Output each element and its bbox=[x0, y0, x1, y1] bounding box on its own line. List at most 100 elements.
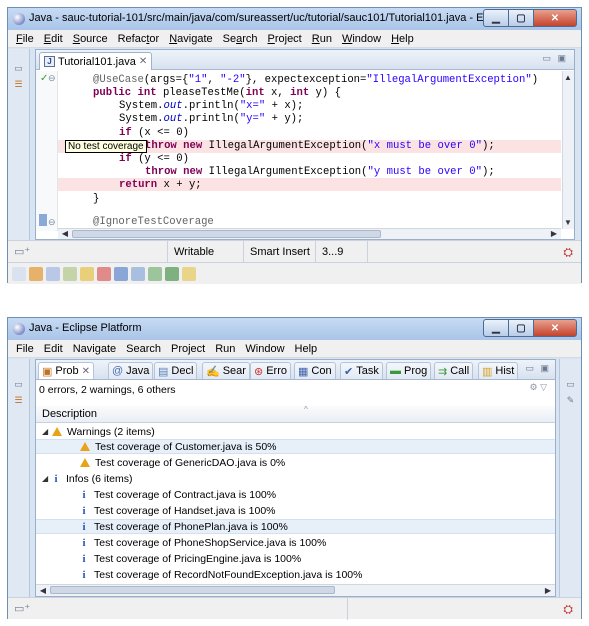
search-icon[interactable] bbox=[80, 266, 94, 281]
expand-triangle-icon[interactable]: ◢ bbox=[42, 474, 52, 483]
menu-edit[interactable]: Edit bbox=[39, 33, 68, 45]
menu-file[interactable]: File bbox=[11, 33, 39, 45]
scroll-thumb[interactable] bbox=[50, 586, 335, 594]
progress-icon[interactable] bbox=[148, 266, 162, 281]
tree-group-warnings[interactable]: ◢ Warnings (2 items) bbox=[36, 424, 555, 439]
outline-icon[interactable]: ☰ bbox=[13, 79, 24, 89]
tree-group-infos[interactable]: ◢ i Infos (6 items) bbox=[36, 471, 555, 486]
view-menu-icon[interactable]: ⚙ ▽ bbox=[530, 382, 548, 393]
restore-icon[interactable]: ▭ bbox=[13, 379, 24, 389]
menu-window[interactable]: Window bbox=[337, 33, 386, 45]
menu-project[interactable]: Project bbox=[263, 33, 307, 45]
scroll-right-icon[interactable]: ▶ bbox=[543, 586, 553, 595]
code-line[interactable]: System.out.println("x=" + x); bbox=[119, 100, 303, 112]
problem-description: Test coverage of PhonePlan.java is 100% bbox=[94, 520, 288, 533]
problems-horizontal-scrollbar[interactable]: ◀ ▶ bbox=[36, 584, 555, 596]
fold-icon[interactable]: ⊖ bbox=[48, 73, 56, 84]
tab-progress[interactable]: ▬ Prog bbox=[386, 362, 432, 379]
menu-search[interactable]: Search bbox=[218, 33, 263, 45]
restore-icon[interactable] bbox=[12, 266, 26, 281]
list-item[interactable]: i Test coverage of RecordNotFoundExcepti… bbox=[36, 567, 555, 582]
editor-tab[interactable]: J Tutorial101.java ✕ bbox=[39, 52, 153, 70]
menu-navigate[interactable]: Navigate bbox=[164, 33, 217, 45]
menu-refactor[interactable]: Refactor bbox=[113, 33, 165, 45]
menu-run[interactable]: Run bbox=[210, 343, 240, 355]
error-log-icon[interactable] bbox=[97, 266, 111, 281]
call-hierarchy-icon[interactable] bbox=[165, 266, 179, 281]
fold-icon-2[interactable]: ⊖ bbox=[48, 217, 56, 228]
tab-console[interactable]: ▦ Con bbox=[294, 362, 336, 379]
code-line[interactable]: public int pleaseTestMe(int x, int y) { bbox=[93, 87, 341, 99]
minimize-button[interactable]: ▁ bbox=[483, 319, 509, 337]
close-button[interactable]: ✕ bbox=[534, 9, 577, 27]
maximize-button[interactable]: ▢ bbox=[509, 9, 534, 27]
menu-search[interactable]: Search bbox=[121, 343, 166, 355]
editor-horizontal-scrollbar[interactable]: ◀ ▶ bbox=[58, 228, 561, 239]
menu-file[interactable]: File bbox=[11, 343, 39, 355]
scroll-left-icon[interactable]: ◀ bbox=[60, 229, 70, 238]
tab-search[interactable]: ✍ Sear bbox=[202, 362, 250, 379]
fast-view-icon[interactable]: ▭⁺ bbox=[14, 245, 30, 258]
tab-declaration[interactable]: ▤ Decl bbox=[154, 362, 198, 379]
history-icon[interactable] bbox=[182, 266, 196, 281]
code-line[interactable]: System.out.println("y=" + y); bbox=[119, 113, 303, 125]
code-line[interactable]: if (x <= 0) bbox=[119, 127, 189, 139]
outline-icon[interactable]: ☰ bbox=[13, 395, 24, 405]
list-item[interactable]: Test coverage of GenericDAO.java is 0% bbox=[36, 455, 555, 470]
tab-error-log[interactable]: ⊛ Erro bbox=[250, 362, 291, 379]
scroll-down-icon[interactable]: ▼ bbox=[563, 218, 573, 227]
tasks-icon[interactable] bbox=[131, 266, 145, 281]
menu-navigate[interactable]: Navigate bbox=[68, 343, 121, 355]
code-line[interactable]: } bbox=[93, 193, 99, 205]
menu-help[interactable]: Help bbox=[386, 33, 419, 45]
scroll-left-icon[interactable]: ◀ bbox=[38, 586, 48, 595]
list-item[interactable]: i Test coverage of PhoneShopService.java… bbox=[36, 535, 555, 550]
editor-vertical-scrollbar[interactable]: ▲ ▼ bbox=[562, 71, 574, 229]
list-item[interactable]: i Test coverage of Contract.java is 100% bbox=[36, 487, 555, 502]
console-icon[interactable] bbox=[114, 266, 128, 281]
restore-icon[interactable]: ▭ bbox=[13, 63, 24, 73]
code-line[interactable]: throw new IllegalArgumentException("x mu… bbox=[145, 140, 495, 152]
declaration-icon[interactable] bbox=[63, 266, 77, 281]
minimize-maximize-icon[interactable]: ▭ ▣ bbox=[525, 363, 551, 374]
close-button[interactable]: ✕ bbox=[534, 319, 577, 337]
scroll-up-icon[interactable]: ▲ bbox=[563, 73, 573, 82]
menu-project[interactable]: Project bbox=[166, 343, 210, 355]
tab-tasks[interactable]: ✔ Task bbox=[340, 362, 383, 379]
code-line[interactable]: if (y <= 0) bbox=[119, 153, 189, 165]
code-line[interactable]: @UseCase(args={"1", "-2"}, expectexcepti… bbox=[93, 74, 538, 86]
hierarchy-icon[interactable] bbox=[29, 266, 43, 281]
column-header-description[interactable]: Description ^ bbox=[36, 405, 555, 423]
code-line[interactable]: return x + y; bbox=[119, 179, 202, 191]
menu-source[interactable]: Source bbox=[68, 33, 113, 45]
tab-problems[interactable]: ▣ Prob ✕ bbox=[38, 362, 95, 379]
progress-icon[interactable]: ⛭ bbox=[563, 602, 573, 617]
tab-call-hierarchy[interactable]: ⇉ Call bbox=[434, 362, 474, 379]
menu-window[interactable]: Window bbox=[240, 343, 289, 355]
list-item[interactable]: Test coverage of Customer.java is 50% bbox=[36, 439, 555, 454]
at-icon[interactable] bbox=[46, 266, 60, 281]
progress-icon[interactable]: ⛭ bbox=[563, 245, 573, 260]
expand-triangle-icon[interactable]: ◢ bbox=[42, 427, 52, 436]
fast-view-icon[interactable]: ▭⁺ bbox=[14, 602, 30, 615]
menu-edit[interactable]: Edit bbox=[39, 343, 68, 355]
minimize-maximize-icon[interactable]: ▭ ▣ bbox=[542, 53, 568, 64]
coverage-tooltip: No test coverage bbox=[65, 140, 147, 153]
maximize-button[interactable]: ▢ bbox=[509, 319, 534, 337]
minimize-button[interactable]: ▁ bbox=[483, 9, 509, 27]
menu-run[interactable]: Run bbox=[307, 33, 337, 45]
list-item[interactable]: i Test coverage of PhonePlan.java is 100… bbox=[36, 519, 555, 534]
edit-icon[interactable]: ✎ bbox=[565, 395, 576, 405]
scroll-right-icon[interactable]: ▶ bbox=[549, 229, 559, 238]
restore-icon[interactable]: ▭ bbox=[565, 379, 576, 389]
menu-help[interactable]: Help bbox=[290, 343, 323, 355]
list-item[interactable]: i Test coverage of PricingEngine.java is… bbox=[36, 551, 555, 566]
scroll-thumb[interactable] bbox=[72, 230, 381, 238]
close-tab-icon[interactable]: ✕ bbox=[139, 56, 147, 67]
close-tab-icon[interactable]: ✕ bbox=[82, 366, 90, 377]
tab-history[interactable]: ▥ Hist bbox=[478, 362, 519, 379]
code-line[interactable]: @IgnoreTestCoverage bbox=[93, 216, 214, 228]
tab-javadoc[interactable]: @ Java bbox=[108, 362, 154, 379]
code-line[interactable]: throw new IllegalArgumentException("y mu… bbox=[145, 166, 495, 178]
list-item[interactable]: i Test coverage of Handset.java is 100% bbox=[36, 503, 555, 518]
